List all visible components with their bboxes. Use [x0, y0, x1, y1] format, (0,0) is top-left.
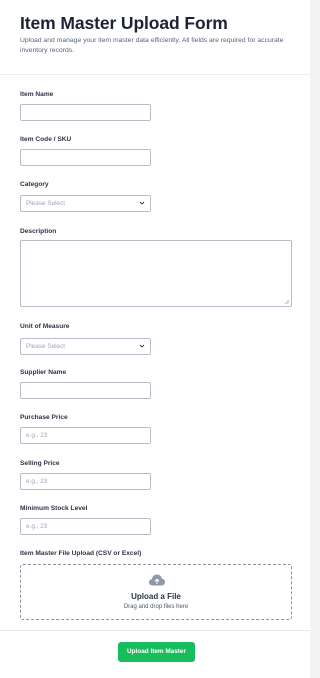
supplier-name-input[interactable]: [20, 382, 151, 399]
purchase-price-input[interactable]: e.g., 23: [20, 427, 151, 444]
upload-title: Upload a File: [131, 592, 181, 601]
file-upload-label: Item Master File Upload (CSV or Excel): [20, 550, 142, 557]
description-textarea[interactable]: [20, 240, 292, 307]
min-stock-label: Minimum Stock Level: [20, 505, 88, 512]
unit-of-measure-select-value: Please Select: [26, 343, 66, 350]
file-upload-dropzone[interactable]: Upload a File Drag and drop files here: [20, 564, 292, 620]
upload-subtitle: Drag and drop files here: [123, 604, 189, 610]
form-footer: Upload Item Master: [0, 630, 310, 678]
item-code-label: Item Code / SKU: [20, 136, 72, 143]
selling-price-label: Selling Price: [20, 460, 60, 467]
unit-of-measure-select[interactable]: Please Select: [20, 338, 151, 355]
min-stock-input[interactable]: e.g., 23: [20, 518, 151, 535]
form-header: Item Master Upload Form Upload and manag…: [0, 0, 310, 74]
category-select[interactable]: Please Select: [20, 195, 151, 212]
form-title: Item Master Upload Form: [20, 13, 228, 33]
unit-of-measure-label: Unit of Measure: [20, 323, 70, 330]
category-select-value: Please Select: [26, 200, 66, 207]
form-subtitle: Upload and manage your item master data …: [20, 37, 284, 54]
purchase-price-label: Purchase Price: [20, 414, 68, 421]
chevron-down-icon: [139, 344, 145, 348]
category-label: Category: [20, 181, 49, 188]
selling-price-input[interactable]: e.g., 23: [20, 473, 151, 490]
description-label: Description: [20, 228, 57, 235]
item-code-input[interactable]: [20, 149, 151, 166]
resize-handle-icon[interactable]: [284, 299, 289, 304]
cloud-upload-icon: [149, 574, 165, 586]
supplier-name-label: Supplier Name: [20, 369, 67, 376]
item-name-label: Item Name: [20, 91, 54, 98]
item-name-input[interactable]: [20, 104, 151, 121]
chevron-down-icon: [139, 201, 145, 205]
upload-item-master-button[interactable]: Upload Item Master: [118, 642, 195, 662]
